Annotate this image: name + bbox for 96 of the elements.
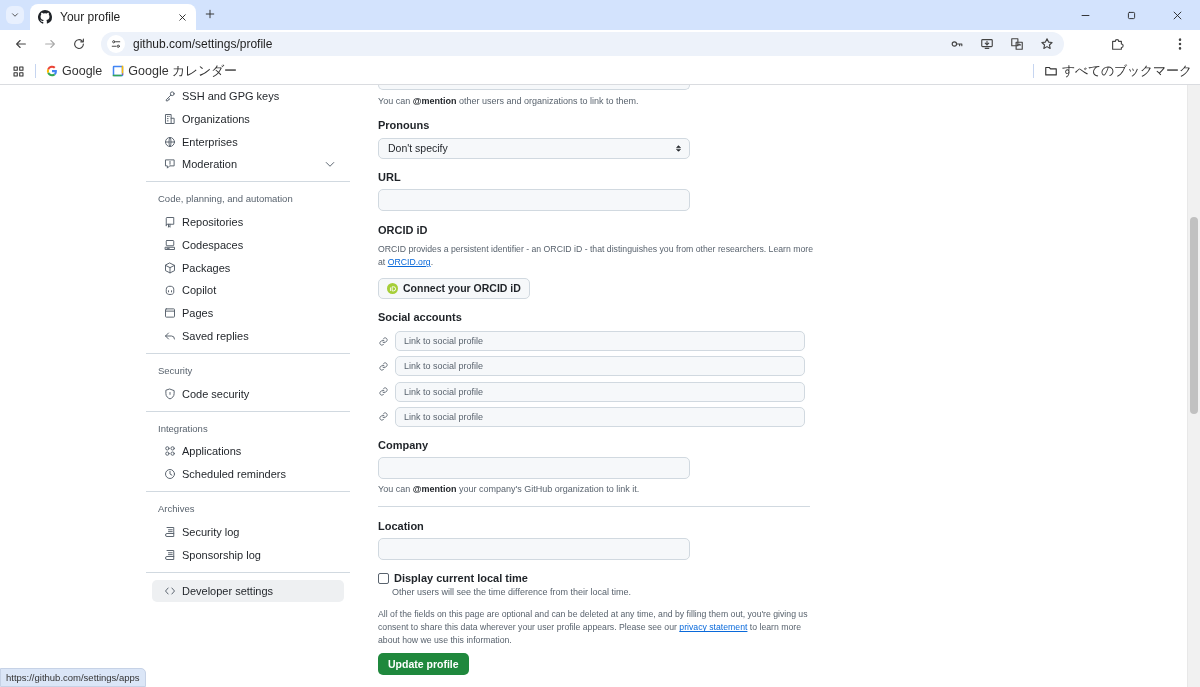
address-bar[interactable]: github.com/settings/profile [101, 32, 1064, 56]
puzzle-icon [1109, 37, 1124, 51]
close-icon [177, 11, 188, 23]
computer-icon [164, 238, 176, 251]
sidebar-item[interactable]: Enterprises [152, 130, 344, 154]
sidebar-item[interactable]: Code security [152, 382, 344, 405]
speech-bubble-icon [164, 158, 176, 171]
code-icon [164, 585, 176, 597]
sidebar-item[interactable]: Copilot [152, 279, 344, 302]
translate-button[interactable] [1010, 37, 1024, 51]
book-icon [164, 216, 176, 229]
sidebar-item[interactable]: Repositories [152, 210, 344, 234]
sidebar-item[interactable]: Applications [152, 440, 344, 463]
grid-icon [12, 64, 25, 78]
link-icon [378, 411, 389, 423]
checkbox-label: Display current local time [394, 571, 528, 586]
grid-icon [164, 445, 176, 458]
sidebar-item[interactable]: Codespaces [152, 233, 344, 257]
install-app-button[interactable] [980, 37, 994, 51]
google-g-icon [46, 65, 58, 77]
sidebar-item[interactable]: Security log [152, 520, 344, 544]
sidebar-item[interactable]: Organizations [152, 107, 344, 131]
monitor-download-icon [980, 37, 994, 51]
pronouns-select[interactable]: Don't specify [378, 137, 690, 159]
link-icon [378, 335, 389, 347]
section-heading: Security [157, 363, 194, 378]
sidebar-item[interactable]: Scheduled reminders [152, 462, 344, 486]
field-label: URL [378, 170, 402, 184]
github-icon [38, 10, 52, 24]
section-heading: Code, planning, and automation [157, 192, 294, 207]
bookmark-star-button[interactable] [1040, 37, 1054, 51]
close-tab-button[interactable] [177, 11, 188, 23]
key-icon [164, 90, 176, 103]
field-label: Company [378, 438, 430, 453]
arrow-left-icon [13, 37, 28, 51]
sidebar-item[interactable]: Developer settings [152, 579, 344, 603]
sidebar-item[interactable]: SSH and GPG keys [152, 85, 344, 108]
reply-arrow-icon [164, 329, 176, 342]
hint-text: Other users will see the time difference from their local time. [392, 587, 632, 598]
link-icon [378, 386, 389, 398]
sort-arrows-icon [674, 143, 683, 153]
connect-orcid-button[interactable]: Connect your ORCID iD [378, 277, 530, 299]
social-link-field[interactable]: Link to social profile [395, 381, 805, 402]
field-label: Location [378, 518, 425, 533]
privacy-statement-link[interactable]: privacy statement [679, 622, 748, 633]
orcid-link[interactable]: ORCID.org [387, 257, 431, 267]
reload-icon [71, 37, 86, 51]
maximize-icon [1125, 9, 1137, 21]
url-text: github.com/settings/profile [133, 37, 274, 51]
social-link-field[interactable]: Link to social profile [395, 356, 805, 377]
apps-button[interactable] [12, 64, 25, 78]
star-icon [1040, 37, 1054, 51]
folder-icon [1044, 64, 1058, 78]
log-icon [164, 526, 176, 539]
clock-icon [164, 468, 176, 481]
section-heading: Archives [157, 502, 196, 517]
scrollbar-thumb[interactable] [1190, 217, 1198, 414]
chevron-down-icon [10, 10, 20, 20]
hint-text: You can @mention other users and organizations to link to them. [378, 96, 640, 106]
building-icon [164, 113, 176, 126]
update-profile-button[interactable]: Update profile [378, 652, 469, 675]
log-icon [164, 548, 176, 561]
social-link-field[interactable]: Link to social profile [395, 331, 805, 351]
all-bookmarks-button[interactable]: すべてのブックマーク [1044, 62, 1192, 80]
checkbox[interactable] [378, 572, 389, 584]
bookmark[interactable]: Google [46, 64, 103, 78]
globe-icon [164, 135, 176, 148]
field-label: ORCID iD [378, 222, 429, 237]
sidebar-item[interactable]: Sponsorship log [152, 543, 344, 567]
social-link-field[interactable]: Link to social profile [395, 406, 805, 427]
hint-text: You can @mention your company's GitHub organization to link it. [378, 484, 641, 495]
section-heading: Integrations [157, 421, 209, 436]
calendar-icon [112, 65, 125, 77]
shield-icon [164, 387, 176, 400]
robot-icon [164, 284, 176, 297]
close-icon [1171, 9, 1183, 21]
translate-icon [1010, 37, 1024, 51]
sidebar-item[interactable]: Saved replies [152, 324, 344, 348]
cube-icon [164, 261, 176, 274]
site-info-button[interactable] [107, 35, 125, 53]
sidebar-item[interactable]: Moderation [152, 153, 344, 176]
link-icon [378, 360, 389, 372]
field-label: Social accounts [378, 310, 463, 324]
sidebar-item[interactable]: Pages [152, 301, 344, 325]
browser-window-icon [164, 307, 176, 320]
sliders-icon [110, 38, 122, 50]
status-bubble: https://github.com/settings/apps [0, 668, 146, 687]
orcid-logo-icon [387, 282, 398, 294]
privacy-notice: All of the fields on this page are optional and can be deleted at any time, and by filling them out, you're giving us consent to share this data wherever your user profile appears. Please see our privacy statement to learn more about how we use this information. [378, 608, 809, 648]
plus-icon [204, 8, 216, 20]
orcid-description: ORCID provides a persistent identifier - an ORCID iD - that distinguishes you from other researchers. Learn more at ORCID.org. [378, 243, 815, 269]
browser-tab[interactable]: Your profile [30, 4, 196, 30]
field-label: Pronouns [378, 117, 431, 132]
sidebar-item[interactable]: Packages [152, 256, 344, 279]
bookmark[interactable]: Google カレンダー [112, 62, 238, 80]
arrow-right-icon [42, 37, 57, 51]
